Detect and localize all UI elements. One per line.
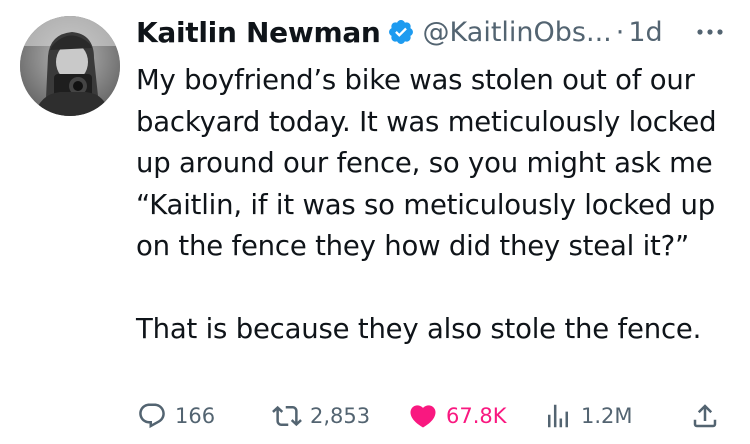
share-button[interactable] bbox=[690, 396, 720, 436]
tweet-paragraph: That is because they also stole the fenc… bbox=[136, 313, 702, 345]
like-count: 67.8K bbox=[446, 404, 507, 428]
verified-badge-icon bbox=[387, 18, 415, 46]
share-icon bbox=[690, 401, 720, 431]
tweet-header: Kaitlin Newman @KaitlinObs... · 1d bbox=[136, 12, 663, 52]
retweet-count: 2,853 bbox=[310, 404, 371, 428]
action-bar: 166 2,853 67.8K 1.2M bbox=[0, 396, 750, 436]
like-button[interactable]: 67.8K bbox=[408, 396, 507, 436]
heart-icon bbox=[408, 401, 438, 431]
tweet-timestamp[interactable]: 1d bbox=[628, 17, 662, 48]
separator-dot: · bbox=[615, 16, 625, 48]
tweet-paragraph: My boyfriend’s bike was stolen out of ou… bbox=[136, 64, 717, 262]
avatar-photo bbox=[20, 16, 120, 116]
reply-button[interactable]: 166 bbox=[137, 396, 215, 436]
more-options-icon[interactable] bbox=[690, 22, 730, 42]
tweet-card[interactable]: Kaitlin Newman @KaitlinObs... · 1d My bo… bbox=[0, 0, 750, 444]
reply-icon bbox=[137, 401, 167, 431]
author-handle[interactable]: @KaitlinObs... bbox=[423, 17, 612, 48]
view-count: 1.2M bbox=[581, 404, 633, 428]
author-name[interactable]: Kaitlin Newman bbox=[136, 16, 381, 49]
views-chart-icon bbox=[543, 401, 573, 431]
retweet-icon bbox=[272, 401, 302, 431]
retweet-button[interactable]: 2,853 bbox=[272, 396, 370, 436]
avatar[interactable] bbox=[20, 16, 120, 116]
reply-count: 166 bbox=[175, 404, 216, 428]
tweet-text: My boyfriend’s bike was stolen out of ou… bbox=[136, 60, 736, 351]
views-button[interactable]: 1.2M bbox=[543, 396, 633, 436]
